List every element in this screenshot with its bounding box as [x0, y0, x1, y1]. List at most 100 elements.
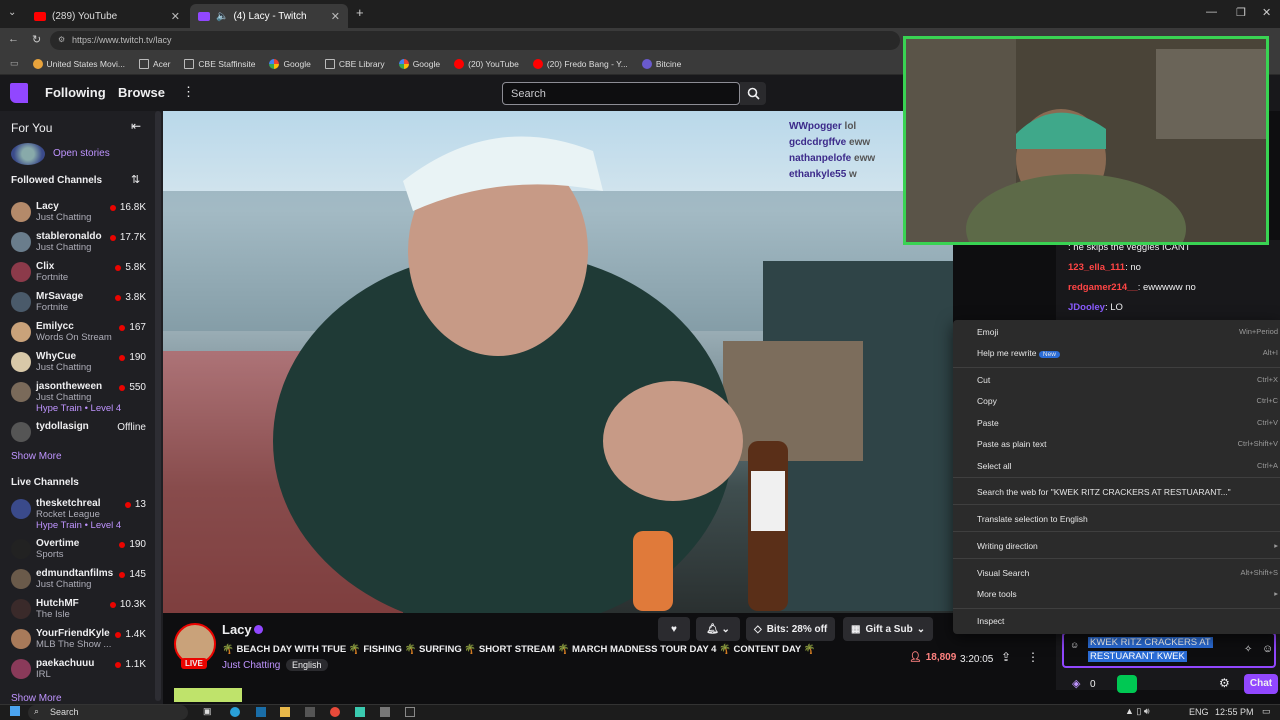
sidebar-scrollbar[interactable] — [155, 111, 161, 701]
settings-gear-icon[interactable]: ⚙ — [1219, 676, 1230, 690]
tab-youtube[interactable]: (289) YouTube ✕ — [26, 4, 188, 28]
bits-button[interactable]: ◇ Bits: 28% off — [746, 617, 836, 641]
close-tab-icon[interactable]: ✕ — [171, 10, 180, 23]
sidebar-channel-item[interactable]: YourFriendKyle MLB The Show ... 1.4K — [0, 625, 163, 655]
search-button[interactable] — [740, 82, 766, 105]
site-info-icon[interactable]: ⚙ — [58, 35, 65, 44]
speaker-icon[interactable]: 🔈 — [216, 11, 228, 22]
follow-button[interactable]: ♥ — [658, 617, 690, 641]
sidebar-channel-item[interactable]: edmundtanfilms Just Chatting 145 — [0, 565, 163, 595]
chat-send-button[interactable]: Chat — [1244, 674, 1278, 694]
sidebar-channel-item[interactable]: Clix Fortnite 5.8K — [0, 258, 163, 288]
bookmark-item[interactable]: United States Movi... — [32, 58, 125, 69]
language-tag[interactable]: English — [286, 659, 328, 671]
reload-icon[interactable]: ↻ — [32, 33, 41, 46]
tab-twitch[interactable]: 🔈 (4) Lacy - Twitch ✕ — [190, 4, 348, 28]
steam-icon[interactable] — [256, 707, 266, 717]
channel-points-icon[interactable]: ◈ — [1072, 677, 1080, 690]
task-view-icon[interactable]: ▣ — [203, 706, 212, 717]
tab-list-icon[interactable]: ⌄ — [8, 7, 16, 18]
stories-avatars[interactable] — [11, 143, 45, 165]
context-menu-item[interactable]: More tools ▸ — [977, 584, 1280, 604]
sidebar-channel-item[interactable]: Lacy Just Chatting 16.8K — [0, 198, 163, 228]
sidebar-channel-item[interactable]: paekachuuu IRL 1.1K — [0, 655, 163, 685]
search-input[interactable]: Search — [502, 82, 740, 105]
nav-browse[interactable]: Browse — [118, 85, 165, 100]
chrome-icon[interactable] — [330, 707, 340, 717]
bookmark-item[interactable]: Google — [269, 58, 311, 69]
show-more-link-2[interactable]: Show More — [11, 693, 62, 704]
taskbar-search[interactable]: ⌕ Search — [28, 705, 188, 720]
more-options-icon[interactable]: ⋮ — [182, 84, 195, 100]
context-menu-item[interactable]: Select all Ctrl+A — [977, 456, 1280, 476]
context-menu-item[interactable]: Search the web for "KWEK RITZ CRACKERS A… — [977, 482, 1280, 502]
new-tab-icon[interactable]: + — [356, 5, 364, 20]
gift-sub-button[interactable]: ▦ Gift a Sub ⌄ — [843, 617, 934, 641]
sidebar-channel-item[interactable]: thesketchreal Rocket League Hype Train • L… — [0, 495, 163, 535]
app-icon[interactable] — [355, 707, 365, 717]
chat-username[interactable]: JDooley — [1068, 302, 1105, 313]
url-field[interactable]: ⚙ https://www.twitch.tv/lacy — [50, 31, 900, 50]
minimize-icon[interactable]: — — [1206, 6, 1217, 18]
context-menu-item[interactable]: Writing direction ▸ — [977, 536, 1280, 556]
sidebar-channel-item[interactable]: stableronaldo Just Chatting 17.7K — [0, 228, 163, 258]
context-menu-item[interactable]: Inspect — [977, 611, 1280, 631]
edge-icon[interactable] — [230, 707, 240, 717]
bookmark-item[interactable]: CBE Staffinsite — [184, 58, 255, 69]
gift-bits-icon[interactable] — [1117, 675, 1137, 693]
category-link[interactable]: Just Chatting — [222, 660, 280, 671]
open-stories-link[interactable]: Open stories — [53, 148, 110, 159]
sidebar-channel-item[interactable]: tydollasign Offline — [0, 418, 163, 448]
apps-icon[interactable]: ▭ — [10, 58, 19, 69]
bookmark-item[interactable]: Bitcine — [641, 58, 681, 69]
explorer-icon[interactable] — [280, 707, 290, 717]
bookmark-item[interactable]: Google — [398, 58, 440, 69]
notifications-button[interactable]: 🔔︎ ⌄ — [696, 617, 740, 641]
maximize-icon[interactable]: ❐ — [1236, 6, 1246, 19]
sort-icon[interactable]: ⇅ — [131, 173, 140, 186]
video-player[interactable]: WWpogger lol gcdcdrgffve eww nathanpelofe … — [163, 111, 953, 613]
bookmark-item[interactable]: (20) YouTube — [454, 58, 519, 69]
twitch-logo-icon[interactable] — [10, 83, 28, 103]
context-menu-item[interactable]: Copy Ctrl+C — [977, 391, 1280, 411]
show-more-link[interactable]: Show More — [11, 451, 62, 462]
context-menu-item[interactable]: Translate selection to English — [977, 509, 1280, 529]
close-window-icon[interactable]: ✕ — [1262, 6, 1271, 19]
notification-icon[interactable]: ▭ — [1262, 706, 1271, 717]
clock[interactable]: 12:55 PM — [1215, 707, 1254, 717]
sidebar-channel-item[interactable]: Emilycc Words On Stream 167 — [0, 318, 163, 348]
chat-username[interactable]: redgamer214__ — [1068, 282, 1138, 293]
emoji-picker-icon[interactable]: ☺ — [1262, 643, 1273, 655]
context-menu-item[interactable]: Emoji Win+Period — [977, 322, 1280, 342]
context-menu-item[interactable]: Paste as plain text Ctrl+Shift+V — [977, 434, 1280, 454]
streamer-name[interactable]: Lacy — [222, 622, 252, 637]
sidebar-channel-item[interactable]: MrSavage Fortnite 3.8K — [0, 288, 163, 318]
context-menu-item[interactable]: Visual Search Alt+Shift+S — [977, 563, 1280, 583]
start-icon[interactable] — [10, 706, 20, 716]
sidebar-channel-item[interactable]: WhyCue Just Chatting 190 — [0, 348, 163, 378]
sidebar-channel-item[interactable]: jasontheween Just Chatting Hype Train • Le… — [0, 378, 163, 418]
collapse-sidebar-icon[interactable]: ⇤ — [131, 119, 141, 133]
sidebar-channel-item[interactable]: HutchMF The Isle 10.3K — [0, 595, 163, 625]
share-icon[interactable]: ⇪ — [1001, 650, 1011, 664]
app-icon[interactable] — [380, 707, 390, 717]
bookmark-folder[interactable]: Acer — [138, 58, 170, 69]
chat-username[interactable]: 123_ella_111 — [1068, 262, 1125, 273]
context-menu-item[interactable]: Cut Ctrl+X — [977, 370, 1280, 390]
sparkle-icon[interactable]: ✧ — [1244, 644, 1252, 655]
app-icon[interactable] — [305, 707, 315, 717]
language-indicator[interactable]: ENG — [1189, 707, 1209, 717]
more-icon[interactable]: ⋮ — [1027, 650, 1039, 664]
nav-following[interactable]: Following — [45, 85, 106, 100]
bookmark-item[interactable]: CBE Library — [324, 58, 385, 69]
context-menu-item[interactable]: Paste Ctrl+V — [977, 413, 1280, 433]
live-dot-icon — [119, 541, 126, 548]
bookmark-item[interactable]: (20) Fredo Bang - Y... — [532, 58, 628, 69]
back-icon[interactable]: ← — [8, 33, 19, 45]
terminal-icon[interactable] — [405, 707, 415, 717]
chat-input[interactable]: ☺ KWEK RITZ CRACKERS AT RESTUARANT KWEK … — [1062, 632, 1276, 668]
system-tray-icons[interactable]: ▲ ▯ 🔊︎ — [1125, 706, 1150, 717]
sidebar-channel-item[interactable]: Overtime Sports 190 — [0, 535, 163, 565]
close-tab-icon[interactable]: ✕ — [331, 10, 340, 23]
context-menu-item[interactable]: Help me rewrite New Alt+I — [977, 343, 1280, 363]
